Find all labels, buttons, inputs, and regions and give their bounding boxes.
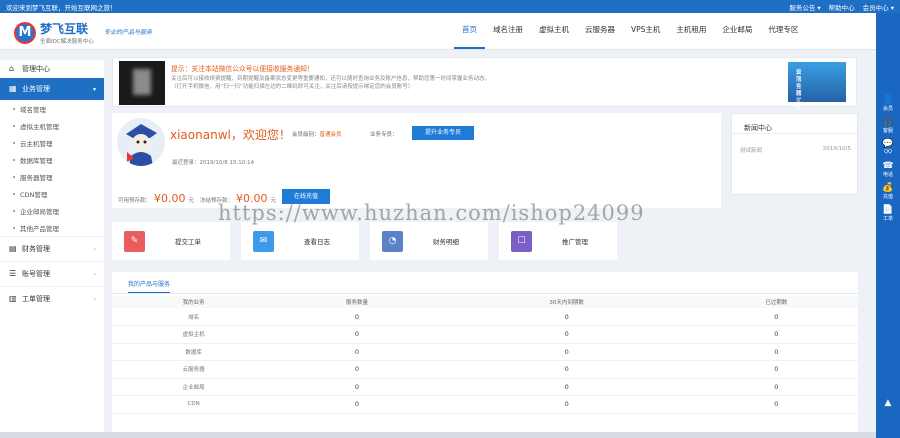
brand-tagline: 全面IDC解决服务中心 <box>40 39 94 45</box>
chart-icon: ▥ <box>9 294 17 303</box>
sidebar-item-business[interactable]: ▦ 业务管理 ▾ <box>0 78 104 100</box>
balance: 可用预存款： ¥0.00 元 <box>118 192 195 205</box>
sidebar-sub-db[interactable]: 数据库管理 <box>0 151 104 168</box>
chat-icon: ☐ <box>511 230 532 252</box>
upgrade-agent-button[interactable]: 提升业务专员 <box>412 126 474 140</box>
news-item[interactable]: 测试新闻 2019/10/5 <box>732 134 857 154</box>
nav-rent[interactable]: 主机租用 <box>668 13 714 49</box>
chevron-right-icon: › <box>93 270 96 278</box>
chevron-right-icon: › <box>93 295 96 303</box>
top-link-notice[interactable]: 服务公告 ▾ <box>789 2 820 12</box>
float-qq[interactable]: 💬 QQ <box>876 139 900 155</box>
col-count: 服务数量 <box>275 296 439 308</box>
arrow-up-icon: ▲ <box>884 398 892 408</box>
float-member[interactable]: 👤 会员 <box>876 95 900 112</box>
quick-view-log[interactable]: ✉ 查看日志 <box>241 222 359 260</box>
document-icon: 📄 <box>882 205 894 215</box>
qq-icon: 💬 <box>882 139 894 149</box>
chevron-down-icon: ▾ <box>92 85 96 93</box>
member-level: 会员级别：普通会员 <box>292 132 342 138</box>
table-row: 数据库 0 0 0 <box>112 343 858 361</box>
float-ticket[interactable]: 📄 工单 <box>876 205 900 222</box>
top-link-member[interactable]: 会员中心 ▾ <box>863 2 894 12</box>
brand-slogan: 专业的产品与服务 <box>104 29 153 36</box>
pie-icon: ◔ <box>382 230 403 252</box>
last-login: 最近登录：2019/10/8 15:10:14 <box>172 160 255 166</box>
right-float-bar: 👤 会员 🎧 客服 💬 QQ ☎ 电话 💰 充值 📄 工单 ▲ <box>876 13 900 438</box>
sidebar-item-ticket[interactable]: ▥ 工单管理 › <box>0 286 104 311</box>
nav-cloud[interactable]: 云服务器 <box>577 13 623 49</box>
col-business: 我的业务 <box>112 296 276 308</box>
headset-icon: 🎧 <box>882 117 894 127</box>
notice-line-1: 关注后可以接收续费提醒、到期提醒及备案状态变更等重要通知，还可以随时查询业务及账… <box>171 76 491 82</box>
sidebar: ⌂ 管理中心 ▦ 业务管理 ▾ 域名管理 虚拟主机管理 云主机管理 数据库管理 服务器… <box>0 60 104 438</box>
main-nav: 首页 域名注册 虚拟主机 云服务器 VPS主机 主机租用 企业邮局 代理专区 <box>454 13 806 49</box>
table-row: 云服务器 0 0 0 <box>112 360 858 379</box>
sidebar-sub-cloud[interactable]: 云主机管理 <box>0 134 104 151</box>
col-expiring: 30天内到期数 <box>438 296 695 308</box>
ticket-icon: ✎ <box>124 230 145 252</box>
nav-agent[interactable]: 代理专区 <box>760 13 806 49</box>
phone-icon: ☎ <box>882 161 894 171</box>
user-panel: xiaonanwl，欢迎您！ 会员级别：普通会员 业务专员： 提升业务专员 最近… <box>112 113 721 208</box>
float-phone[interactable]: ☎ 电话 <box>876 161 900 178</box>
sidebar-sub-other[interactable]: 其他产品管理 <box>0 219 104 236</box>
mail-icon: ✉ <box>253 230 274 252</box>
col-expired: 已过期数 <box>694 296 858 308</box>
welcome-text: 欢迎来到梦飞互联，开始互联网之旅！ <box>6 3 117 12</box>
float-recharge[interactable]: 💰 充值 <box>876 183 900 200</box>
sidebar-item-account[interactable]: ☰ 账号管理 › <box>0 261 104 286</box>
home-icon: ⌂ <box>9 64 15 73</box>
bottom-bar <box>0 432 876 438</box>
table-row: 企业邮局 0 0 0 <box>112 378 858 396</box>
money-icon: 💰 <box>882 183 894 193</box>
qr-code-image <box>119 61 165 105</box>
chevron-right-icon: › <box>93 245 96 253</box>
logo[interactable]: M 梦飞互联 全面IDC解决服务中心 <box>14 20 94 45</box>
nav-vhost[interactable]: 虚拟主机 <box>531 13 577 49</box>
sidebar-sub-server[interactable]: 服务器管理 <box>0 168 104 185</box>
quick-submit-ticket[interactable]: ✎ 提交工单 <box>112 222 230 260</box>
quick-finance[interactable]: ◔ 财务明细 <box>370 222 488 260</box>
quick-promo[interactable]: ☐ 推广管理 <box>499 222 617 260</box>
products-panel: 我的产品与服务 我的业务 服务数量 30天内到期数 已过期数 域名 0 0 0 虚拟主… <box>112 272 858 438</box>
sidebar-item-home[interactable]: ⌂ 管理中心 <box>0 60 104 78</box>
grid-icon: ▦ <box>9 84 17 93</box>
news-panel: 新闻中心 测试新闻 2019/10/5 <box>731 113 858 195</box>
notice-panel: 提示：关注本站微信公众号以便接收服务通知！ 关注后可以接收续费提醒、到期提醒及备… <box>112 57 857 111</box>
nav-vps[interactable]: VPS主机 <box>623 13 668 49</box>
nav-domain[interactable]: 域名注册 <box>485 13 531 49</box>
watermark: https://www.huzhan.com/ishop24099 <box>218 201 645 225</box>
logo-mark-icon: M <box>14 21 36 44</box>
nav-home[interactable]: 首页 <box>454 13 485 49</box>
top-link-help[interactable]: 帮助中心 <box>829 2 855 12</box>
user-icon: ☰ <box>9 269 17 278</box>
notice-title: 提示：关注本站微信公众号以便接收服务通知！ <box>171 65 314 73</box>
header: M 梦飞互联 全面IDC解决服务中心 专业的产品与服务 首页 域名注册 虚拟主机… <box>0 13 876 50</box>
float-service[interactable]: 🎧 客服 <box>876 117 900 134</box>
back-to-top-button[interactable]: ▲ <box>876 398 900 408</box>
agent-label: 业务专员： <box>370 132 398 138</box>
finance-icon: ▤ <box>9 244 17 253</box>
brand-name: 梦飞互联 <box>40 22 89 36</box>
sidebar-item-finance[interactable]: ▤ 财务管理 › <box>0 236 104 261</box>
table-row: CDN 0 0 0 <box>112 395 858 414</box>
notice-line-2: （打开手机微信，用“扫一扫”功能扫描左边的二维码即可关注，关注后请按提示绑定您的… <box>171 84 414 90</box>
table-row: 域名 0 0 0 <box>112 308 858 326</box>
username-greeting: xiaonanwl，欢迎您！ <box>170 128 291 142</box>
news-title: 新闻中心 <box>732 114 857 134</box>
table-row: 虚拟主机 0 0 0 <box>112 325 858 344</box>
nav-mail[interactable]: 企业邮局 <box>714 13 760 49</box>
sidebar-sub-mail[interactable]: 企业邮局管理 <box>0 202 104 219</box>
promo-banner[interactable]: 梦飞互联 云服务器优惠 <box>788 62 846 111</box>
products-table: 我的业务 服务数量 30天内到期数 已过期数 域名 0 0 0 虚拟主机 0 0 0 数据库… <box>112 296 858 414</box>
avatar <box>117 118 165 166</box>
tab-my-products[interactable]: 我的产品与服务 <box>128 279 171 294</box>
user-icon: 👤 <box>882 95 894 105</box>
top-bar: 欢迎来到梦飞互联，开始互联网之旅！ 服务公告 ▾ 帮助中心 会员中心 ▾ <box>0 0 900 13</box>
sidebar-sub-cdn[interactable]: CDN管理 <box>0 185 104 202</box>
sidebar-sub-domain[interactable]: 域名管理 <box>0 100 104 117</box>
sidebar-sub-vhost[interactable]: 虚拟主机管理 <box>0 117 104 134</box>
